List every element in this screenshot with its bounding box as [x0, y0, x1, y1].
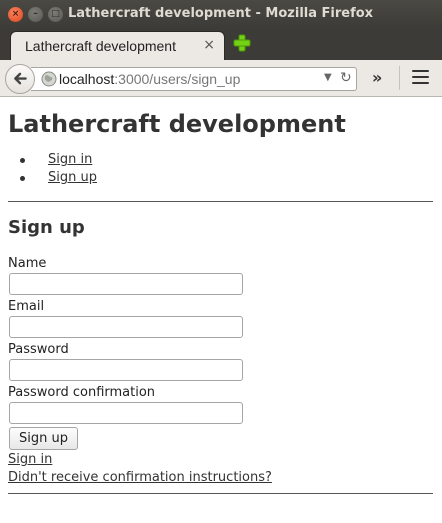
- name-field[interactable]: [9, 273, 243, 295]
- form-title: Sign up: [8, 217, 85, 238]
- new-tab-plus-icon[interactable]: [233, 34, 251, 52]
- close-icon: ×: [11, 9, 20, 19]
- nav-link-sign-in[interactable]: Sign in: [48, 152, 92, 167]
- name-label: Name: [8, 256, 47, 271]
- page-content: Lathercraft development Sign in Sign up …: [0, 98, 442, 523]
- tab-label: Lathercraft development: [25, 38, 176, 54]
- tab-close-icon[interactable]: ×: [203, 37, 215, 53]
- password-label: Password: [8, 342, 69, 357]
- password-confirmation-label: Password confirmation: [8, 385, 156, 400]
- window-maximize-button[interactable]: □: [48, 7, 63, 22]
- url-bar[interactable]: localhost:3000/users/sign_up ▼ ↻: [31, 67, 357, 91]
- sign-in-link[interactable]: Sign in: [8, 452, 52, 467]
- url-host: localhost: [59, 71, 115, 87]
- window-minimize-button[interactable]: –: [28, 7, 43, 22]
- divider-bottom: [8, 493, 433, 494]
- password-field[interactable]: [9, 359, 243, 381]
- dropdown-arrow-icon[interactable]: ▼: [324, 72, 332, 83]
- reload-icon[interactable]: ↻: [340, 70, 352, 86]
- resend-confirmation-link[interactable]: Didn't receive confirmation instructions…: [8, 470, 272, 485]
- window-titlebar: × – □ Lathercraft development - Mozilla …: [0, 0, 442, 29]
- password-confirmation-field[interactable]: [9, 402, 243, 424]
- minimize-icon: –: [33, 9, 38, 19]
- globe-icon: [41, 71, 57, 87]
- email-field[interactable]: [9, 316, 243, 338]
- hamburger-menu-icon[interactable]: [412, 70, 429, 85]
- navigation-bar: localhost:3000/users/sign_up ▼ ↻ »: [0, 60, 442, 97]
- nav-link-sign-up[interactable]: Sign up: [48, 170, 97, 185]
- site-title: Lathercraft development: [8, 110, 346, 138]
- email-label: Email: [8, 299, 45, 314]
- window-close-button[interactable]: ×: [8, 7, 23, 22]
- divider-top: [8, 201, 433, 202]
- sign-up-button[interactable]: Sign up: [9, 427, 78, 450]
- tab-lathercraft[interactable]: Lathercraft development ×: [10, 31, 225, 60]
- back-arrow-icon: [14, 72, 27, 85]
- maximize-icon: □: [51, 9, 60, 19]
- back-button[interactable]: [5, 64, 35, 94]
- url-path: :3000/users/sign_up: [114, 71, 241, 87]
- window-title: Lathercraft development - Mozilla Firefo…: [68, 6, 374, 21]
- toolbar-divider: [399, 66, 400, 90]
- tab-strip: Lathercraft development ×: [0, 29, 442, 60]
- overflow-chevron-icon[interactable]: »: [372, 68, 382, 87]
- url-text: localhost:3000/users/sign_up: [59, 71, 240, 87]
